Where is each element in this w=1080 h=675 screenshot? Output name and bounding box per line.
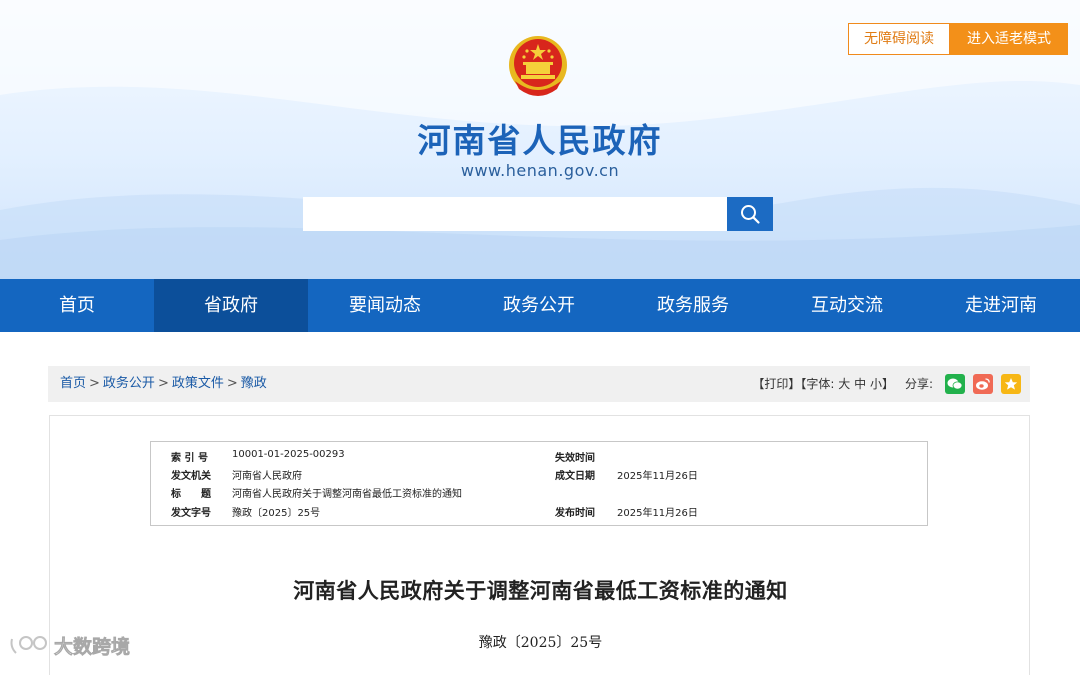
site-title: 河南省人民政府	[417, 121, 663, 160]
nav-item-government-affairs-disclosure[interactable]: 政务公开	[462, 279, 616, 332]
search-icon	[741, 205, 760, 224]
print-button[interactable]: 【打印】	[752, 377, 800, 391]
breadcrumb-separator: >	[157, 376, 169, 391]
watermark-text: 大数跨境	[54, 636, 131, 659]
font-large-button[interactable]: 大	[838, 377, 850, 391]
font-medium-button[interactable]: 中	[854, 377, 866, 391]
breadcrumb-yuzheng[interactable]: 豫政	[241, 376, 267, 391]
national-emblem-icon	[509, 36, 567, 96]
document-number-value: 豫政〔2025〕25号	[232, 508, 321, 519]
elder-mode-button[interactable]: 进入适老模式	[950, 23, 1068, 55]
publish-time-label: 发布时间	[555, 508, 595, 519]
breadcrumb-disclosure[interactable]: 政务公开	[103, 376, 155, 391]
wechat-icon[interactable]	[945, 374, 965, 394]
document-metadata-table: 索 引 号 10001-01-2025-00293 失效时间 发文机关 河南省人…	[150, 441, 928, 526]
nav-item-provincial-government[interactable]: 省政府	[154, 279, 308, 332]
title-value: 河南省人民政府关于调整河南省最低工资标准的通知	[232, 489, 462, 500]
breadcrumb-separator: >	[226, 376, 238, 391]
breadcrumb-separator: >	[89, 376, 100, 391]
publish-time-value: 2025年11月26日	[617, 508, 698, 519]
breadcrumb-home[interactable]: 首页	[60, 376, 86, 391]
nav-item-news[interactable]: 要闻动态	[308, 279, 462, 332]
search-input[interactable]	[303, 197, 727, 231]
index-number-value: 10001-01-2025-00293	[232, 449, 345, 460]
font-size-label-end: 】	[881, 377, 894, 391]
favorite-star-icon[interactable]	[1001, 374, 1021, 394]
site-url: www.henan.gov.cn	[460, 161, 620, 180]
nav-item-interaction[interactable]: 互动交流	[770, 279, 924, 332]
expire-time-label: 失效时间	[555, 453, 595, 464]
breadcrumb-policy-documents[interactable]: 政策文件	[172, 376, 224, 391]
site-header: 无障碍阅读 进入适老模式 河南省人民政府 www.henan.gov.cn	[0, 0, 1080, 280]
font-size-label: 【字体:	[800, 377, 835, 391]
title-label: 标 题	[171, 489, 211, 500]
issuing-authority-value: 河南省人民政府	[232, 471, 302, 482]
created-date-label: 成文日期	[555, 471, 595, 482]
article-container: 索 引 号 10001-01-2025-00293 失效时间 发文机关 河南省人…	[49, 415, 1030, 675]
watermark: 大数跨境	[8, 632, 130, 659]
document-number: 豫政〔2025〕25号	[478, 635, 603, 651]
accessibility-reading-button[interactable]: 无障碍阅读	[848, 23, 950, 55]
document-title: 河南省人民政府关于调整河南省最低工资标准的通知	[293, 578, 788, 603]
nav-item-government-services[interactable]: 政务服务	[616, 279, 770, 332]
search-button[interactable]	[727, 197, 773, 231]
watermark-logo-icon	[10, 635, 47, 654]
main-nav: 首页 省政府 要闻动态 政务公开 政务服务 互动交流 走进河南	[0, 279, 1080, 332]
issuing-authority-label: 发文机关	[171, 471, 211, 482]
share-label: 分享:	[905, 377, 934, 391]
breadcrumb-bar: 首页 > 政务公开 > 政策文件 > 豫政 【打印】【字体: 大 中 小】 分享:	[48, 366, 1030, 402]
font-small-button[interactable]: 小	[870, 377, 882, 391]
created-date-value: 2025年11月26日	[617, 471, 698, 482]
breadcrumb: 首页 > 政务公开 > 政策文件 > 豫政	[60, 366, 267, 402]
nav-item-about-henan[interactable]: 走进河南	[924, 279, 1078, 332]
weibo-icon[interactable]	[973, 374, 993, 394]
page-tools: 【打印】【字体: 大 中 小】	[752, 366, 894, 402]
document-number-label: 发文字号	[171, 508, 211, 519]
index-number-label: 索 引 号	[171, 453, 208, 464]
nav-item-home[interactable]: 首页	[0, 279, 154, 332]
